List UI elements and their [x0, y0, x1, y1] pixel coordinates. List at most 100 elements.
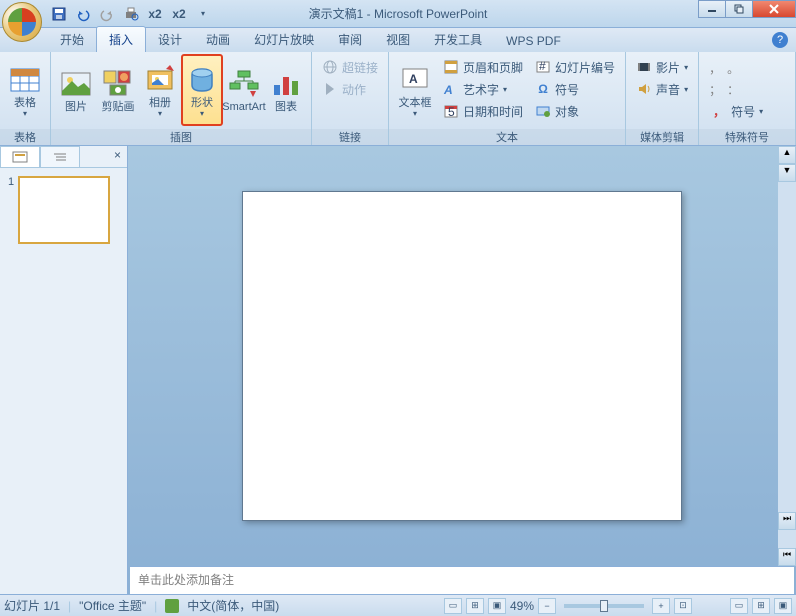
tab-animations[interactable]: 动画 — [194, 27, 242, 52]
sorter-view-icon-2[interactable]: ⊞ — [752, 598, 770, 614]
work-area: × 1 ▲ ▼ ⏮ ⏭ 单击此处添加备注 — [0, 146, 796, 594]
zoom-out-icon[interactable]: − — [538, 598, 556, 614]
status-right: ▭ ⊞ ▣ 49% − + ⊡ ▭ ⊞ ▣ — [444, 598, 792, 614]
outline-tab[interactable] — [40, 146, 80, 167]
language[interactable]: 中文(简体，中国) — [187, 597, 279, 614]
textbox-icon: A — [399, 63, 431, 95]
slide-canvas[interactable] — [242, 191, 682, 521]
movie-button[interactable]: 影片▾ — [632, 56, 692, 78]
slides-tab[interactable] — [0, 146, 40, 167]
quick-access-toolbar: x2 x2 ▾ — [48, 3, 214, 25]
tab-insert[interactable]: 插入 — [96, 26, 146, 52]
qat-customize-icon[interactable]: ▾ — [192, 3, 214, 25]
datetime-label: 日期和时间 — [463, 103, 523, 120]
wordart-icon: A — [443, 81, 459, 97]
tab-slideshow[interactable]: 幻灯片放映 — [242, 27, 326, 52]
panel-tabs: × — [0, 146, 127, 168]
slide-thumbnail[interactable]: 1 — [8, 176, 119, 244]
punctuation-icon[interactable]: 。 — [727, 60, 739, 77]
svg-text:A: A — [443, 83, 453, 97]
special-symbol-label: 符号 — [731, 103, 755, 120]
minimize-button[interactable] — [698, 0, 726, 18]
wordart-button[interactable]: A 艺术字▾ — [439, 78, 527, 100]
next-slide-icon[interactable]: ⏭ — [778, 512, 796, 530]
zoom-slider[interactable] — [564, 604, 644, 608]
chart-button[interactable]: 图表 — [265, 54, 307, 126]
punctuation-icon[interactable] — [745, 81, 748, 98]
normal-view-icon-2[interactable]: ▭ — [730, 598, 748, 614]
hyperlink-icon — [322, 59, 338, 75]
shapes-label: 形状 — [191, 97, 213, 109]
ribbon: 表格 ▾ 表格 图片 剪贴画 相册 ▾ 形状 ▾ — [0, 52, 796, 146]
shapes-icon — [186, 63, 218, 95]
group-illustrations-label: 插图 — [51, 129, 311, 145]
zoom-level[interactable]: 49% — [510, 599, 534, 613]
undo-icon[interactable] — [72, 3, 94, 25]
smartart-label: SmartArt — [222, 101, 265, 113]
help-icon[interactable]: ? — [772, 32, 788, 48]
slide-canvas-wrap — [128, 146, 796, 566]
smartart-button[interactable]: SmartArt — [223, 54, 265, 126]
picture-button[interactable]: 图片 — [55, 54, 97, 126]
window-title: 演示文稿1 - Microsoft PowerPoint — [309, 5, 488, 22]
close-button[interactable] — [752, 0, 796, 18]
scroll-up-icon[interactable]: ▲ — [778, 146, 796, 164]
window-controls — [699, 0, 796, 18]
tab-wps[interactable]: WPS PDF — [494, 30, 573, 52]
slideshow-view-icon-2[interactable]: ▣ — [774, 598, 792, 614]
print-preview-icon[interactable] — [120, 3, 142, 25]
redo-icon[interactable] — [96, 3, 118, 25]
punctuation-icon[interactable]: ； — [709, 81, 721, 98]
zoom-thumb[interactable] — [600, 600, 608, 612]
zoom-in-icon[interactable]: + — [652, 598, 670, 614]
punctuation-icon[interactable] — [745, 60, 748, 77]
punctuation-icon[interactable]: ， — [709, 60, 721, 77]
symbol-button[interactable]: Ω 符号 — [531, 78, 619, 100]
action-icon — [322, 81, 338, 97]
tab-developer[interactable]: 开发工具 — [422, 27, 494, 52]
textbox-button[interactable]: A 文本框 ▾ — [393, 54, 437, 126]
action-button[interactable]: 动作 — [318, 78, 382, 100]
superscript-icon[interactable]: x2 — [144, 3, 166, 25]
group-text: A 文本框 ▾ 页眉和页脚 A 艺术字▾ 5 日期和时间 — [389, 52, 626, 145]
punctuation-icon[interactable]: ： — [727, 81, 739, 98]
hyperlink-button[interactable]: 超链接 — [318, 56, 382, 78]
special-symbol-button[interactable]: ， 符号▾ — [707, 100, 767, 122]
subscript-icon[interactable]: x2 — [168, 3, 190, 25]
album-button[interactable]: 相册 ▾ — [139, 54, 181, 126]
sound-button[interactable]: 声音▾ — [632, 78, 692, 100]
office-button[interactable] — [2, 2, 42, 42]
fit-window-icon[interactable]: ⊡ — [674, 598, 692, 614]
thumbnails: 1 — [0, 168, 127, 252]
normal-view-icon[interactable]: ▭ — [444, 598, 462, 614]
prev-slide-icon[interactable]: ⏮ — [778, 548, 796, 566]
group-tables: 表格 ▾ 表格 — [0, 52, 51, 145]
vertical-scrollbar[interactable]: ▲ ▼ ⏮ ⏭ — [778, 146, 796, 566]
notes-pane[interactable]: 单击此处添加备注 — [130, 566, 794, 594]
slide-number-button[interactable]: # 幻灯片编号 — [531, 56, 619, 78]
datetime-button[interactable]: 5 日期和时间 — [439, 100, 527, 122]
scroll-down-icon[interactable]: ▼ — [778, 164, 796, 182]
symbol-label: 符号 — [555, 81, 579, 98]
status-bar: 幻灯片 1/1 | "Office 主题" | 中文(简体，中国) ▭ ⊞ ▣ … — [0, 594, 796, 616]
slideshow-view-icon[interactable]: ▣ — [488, 598, 506, 614]
object-button[interactable]: 对象 — [531, 100, 619, 122]
movie-icon — [636, 59, 652, 75]
slides-tab-icon — [12, 151, 28, 163]
tab-home[interactable]: 开始 — [48, 27, 96, 52]
group-special-label: 特殊符号 — [699, 129, 795, 145]
sorter-view-icon[interactable]: ⊞ — [466, 598, 484, 614]
tab-review[interactable]: 审阅 — [326, 27, 374, 52]
header-footer-icon — [443, 59, 459, 75]
maximize-button[interactable] — [725, 0, 753, 18]
chart-label: 图表 — [275, 101, 297, 113]
save-icon[interactable] — [48, 3, 70, 25]
table-button[interactable]: 表格 ▾ — [4, 54, 46, 126]
clipart-button[interactable]: 剪贴画 — [97, 54, 139, 126]
shapes-button[interactable]: 形状 ▾ — [181, 54, 223, 126]
picture-label: 图片 — [65, 101, 87, 113]
panel-close-icon[interactable]: × — [108, 146, 127, 167]
tab-view[interactable]: 视图 — [374, 27, 422, 52]
tab-design[interactable]: 设计 — [146, 27, 194, 52]
header-footer-button[interactable]: 页眉和页脚 — [439, 56, 527, 78]
